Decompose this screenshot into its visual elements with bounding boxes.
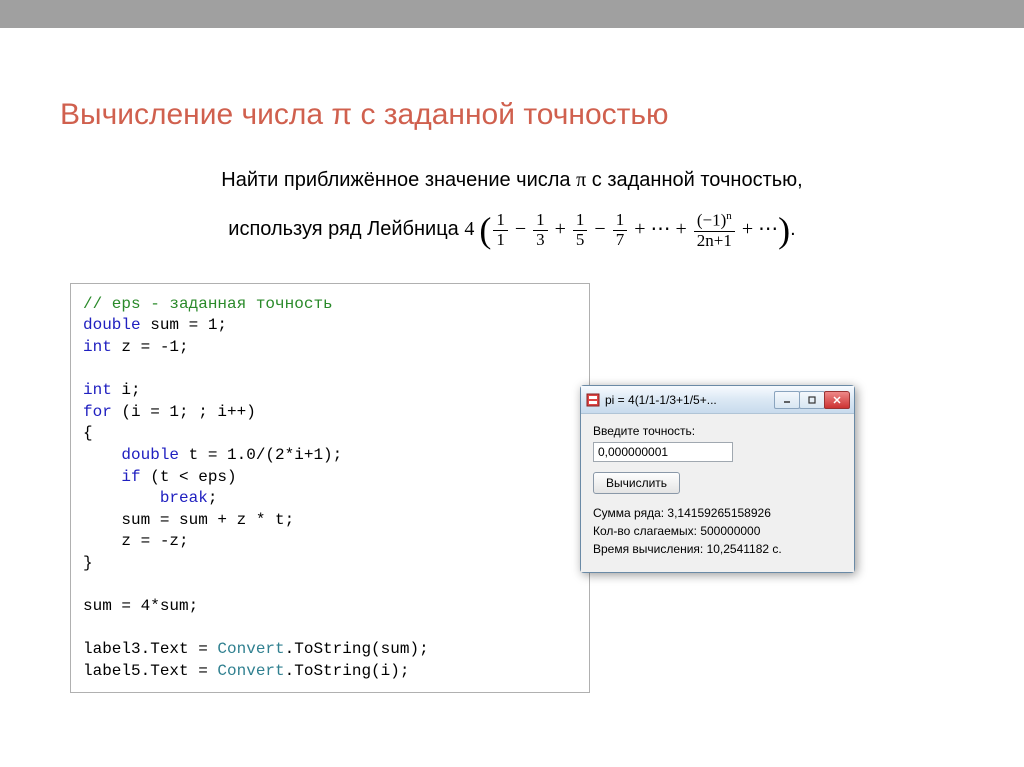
eps-label: Введите точность: [593, 424, 842, 438]
den: 1 [493, 231, 508, 250]
leibniz-formula: 4 (11 − 13 + 15 − 17 + ⋯ + (−1)n2n+1 + ⋯… [464, 218, 790, 240]
minimize-button[interactable] [774, 391, 800, 409]
close-button[interactable] [824, 391, 850, 409]
kw-for: for [83, 403, 112, 421]
indent [83, 468, 121, 486]
top-bar [0, 0, 1024, 28]
code: .ToString(i); [285, 662, 410, 680]
code: sum = sum + z * t; [83, 511, 294, 529]
frac-1-3: 13 [533, 211, 548, 249]
kw-double: double [121, 446, 179, 464]
app-window: pi = 4(1/1-1/3+1/5+... Введите точность:… [580, 385, 855, 573]
eps-input[interactable] [593, 442, 733, 462]
kw-double: double [83, 316, 141, 334]
op-plus: + [550, 218, 571, 240]
window-body: Введите точность: Вычислить Сумма ряда: … [581, 414, 854, 572]
den: 5 [573, 231, 588, 250]
frac-general: (−1)n2n+1 [694, 210, 735, 250]
call-convert: Convert [217, 640, 284, 658]
code: sum = 4*sum; [83, 597, 198, 615]
slide-title: Вычисление числа π с заданной точностью [60, 98, 964, 132]
window-buttons [774, 391, 850, 409]
result-sum: Сумма ряда: 3,14159265158926 [593, 506, 842, 520]
code: (t < eps) [141, 468, 237, 486]
slide-content: Вычисление числа π с заданной точностью … [0, 28, 1024, 713]
op-minus: − [589, 218, 610, 240]
den: 2n+1 [694, 232, 735, 251]
value: 3,14159265158926 [667, 506, 770, 520]
num: 1 [573, 211, 588, 231]
maximize-button[interactable] [799, 391, 825, 409]
task-line2-pre: используя ряд Лейбница [228, 218, 464, 240]
value: 10,2541182 с. [707, 542, 782, 556]
code: sum = 1; [141, 316, 227, 334]
frac-1-1: 11 [493, 211, 508, 249]
value: 500000000 [700, 524, 760, 538]
code: z = -1; [112, 338, 189, 356]
kw-if: if [121, 468, 140, 486]
calculate-button[interactable]: Вычислить [593, 472, 680, 494]
op-dots: + ⋯ + [629, 218, 692, 240]
base: (−1) [697, 211, 726, 230]
code: ; [208, 489, 218, 507]
code-block: // eps - заданная точность double sum = … [70, 283, 590, 694]
frac-1-5: 15 [573, 211, 588, 249]
indent [83, 489, 160, 507]
indent [83, 446, 121, 464]
num: 1 [493, 211, 508, 231]
op-minus: − [510, 218, 531, 240]
kw-int: int [83, 381, 112, 399]
task-text: Найти приближённое значение числа π с за… [60, 162, 964, 263]
kw-int: int [83, 338, 112, 356]
task-line1-pre: Найти приближённое значение числа [221, 169, 576, 191]
code: (i = 1; ; i++) [112, 403, 256, 421]
brace: } [83, 554, 93, 572]
result-time: Время вычисления: 10,2541182 с. [593, 542, 842, 556]
code: z = -z; [83, 532, 189, 550]
op-dots-end: + ⋯ [737, 218, 778, 240]
code: label5.Text = [83, 662, 217, 680]
num: 1 [533, 211, 548, 231]
den: 3 [533, 231, 548, 250]
app-icon [585, 392, 601, 408]
call-convert: Convert [217, 662, 284, 680]
task-line1-post: с заданной точностью, [586, 169, 802, 191]
label: Время вычисления: [593, 542, 707, 556]
result-count: Кол-во слагаемых: 500000000 [593, 524, 842, 538]
label: Кол-во слагаемых: [593, 524, 700, 538]
lparen: ( [479, 210, 491, 250]
label: Сумма ряда: [593, 506, 667, 520]
code: i; [112, 381, 141, 399]
window-title: pi = 4(1/1-1/3+1/5+... [605, 393, 774, 407]
code-comment: // eps - заданная точность [83, 295, 333, 313]
window-titlebar[interactable]: pi = 4(1/1-1/3+1/5+... [581, 386, 854, 414]
sup: n [726, 210, 732, 222]
num: (−1)n [694, 210, 735, 231]
frac-1-7: 17 [613, 211, 628, 249]
code: label3.Text = [83, 640, 217, 658]
coef-four: 4 [464, 218, 474, 240]
kw-break: break [160, 489, 208, 507]
rparen: ) [778, 210, 790, 250]
period: . [790, 218, 796, 240]
pi-symbol: π [576, 169, 586, 191]
brace: { [83, 424, 93, 442]
den: 7 [613, 231, 628, 250]
num: 1 [613, 211, 628, 231]
code: t = 1.0/(2*i+1); [179, 446, 342, 464]
code: .ToString(sum); [285, 640, 429, 658]
